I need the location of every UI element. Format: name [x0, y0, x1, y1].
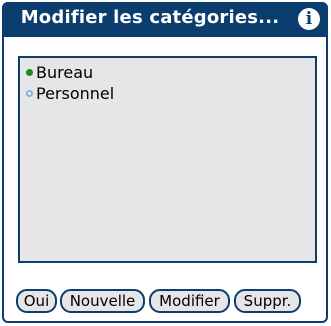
title-bar: Modifier les catégories... i: [2, 2, 328, 37]
modify-button[interactable]: Modifier: [149, 289, 230, 313]
list-item-label: Personnel: [36, 83, 115, 103]
bullet-icon: [26, 89, 33, 97]
list-item-bureau[interactable]: Bureau: [26, 62, 93, 82]
list-item-personnel[interactable]: Personnel: [26, 83, 114, 103]
delete-button[interactable]: Suppr.: [234, 289, 301, 313]
edit-categories-dialog: Modifier les catégories... i Bureau Pers…: [2, 2, 328, 323]
dialog-title: Modifier les catégories...: [20, 7, 280, 28]
category-list[interactable]: Bureau Personnel: [18, 56, 317, 263]
info-icon[interactable]: i: [298, 8, 320, 30]
bullet-icon: [26, 68, 33, 76]
list-item-label: Bureau: [36, 62, 94, 82]
ok-button[interactable]: Oui: [16, 289, 57, 313]
new-button[interactable]: Nouvelle: [60, 289, 145, 313]
